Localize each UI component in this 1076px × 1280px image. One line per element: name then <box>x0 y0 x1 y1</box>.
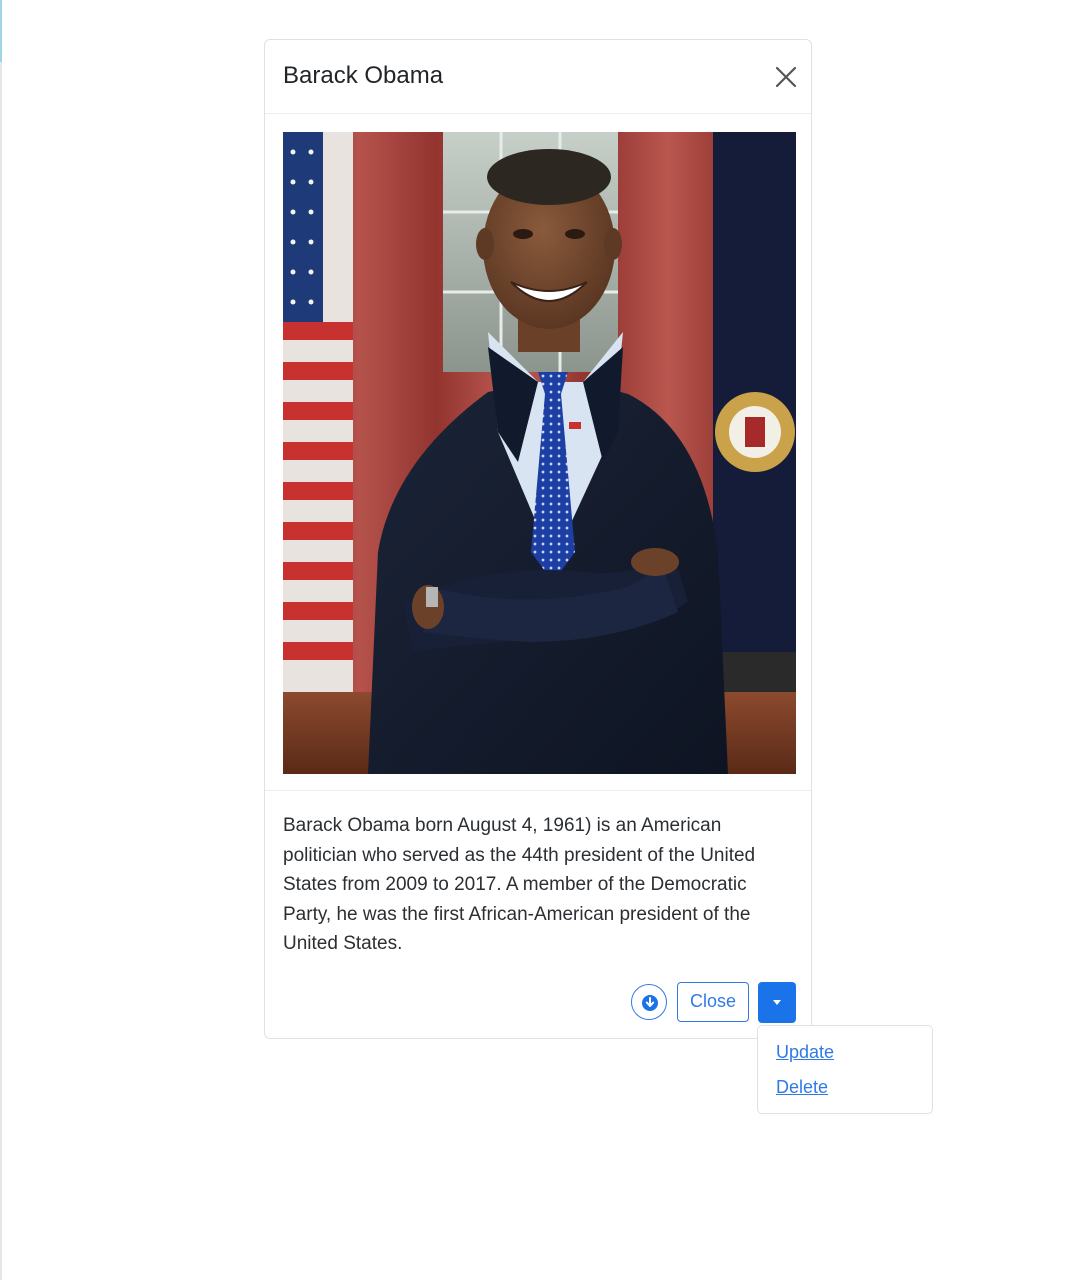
left-edge-accent <box>0 0 2 62</box>
download-button[interactable] <box>631 984 667 1020</box>
modal-header: Barack Obama <box>265 40 811 114</box>
update-menu-item[interactable]: Update <box>776 1042 834 1063</box>
caret-down-icon <box>773 1000 781 1005</box>
portrait-image <box>283 132 796 774</box>
download-icon <box>641 994 659 1012</box>
person-description: Barack Obama born August 4, 1961) is an … <box>283 815 756 954</box>
page: Barack Obama Barack Obama born August 4,… <box>0 0 1076 1280</box>
close-button[interactable]: Close <box>677 982 749 1022</box>
left-edge-divider <box>0 0 2 1280</box>
dropdown-toggle-button[interactable] <box>758 982 796 1023</box>
delete-menu-item[interactable]: Delete <box>776 1077 828 1098</box>
person-modal: Barack Obama Barack Obama born August 4,… <box>264 39 812 1039</box>
close-icon[interactable] <box>771 62 801 92</box>
modal-title: Barack Obama <box>283 62 444 89</box>
actions-dropdown-menu: Update Delete <box>757 1025 933 1114</box>
modal-body-divider <box>265 790 811 791</box>
